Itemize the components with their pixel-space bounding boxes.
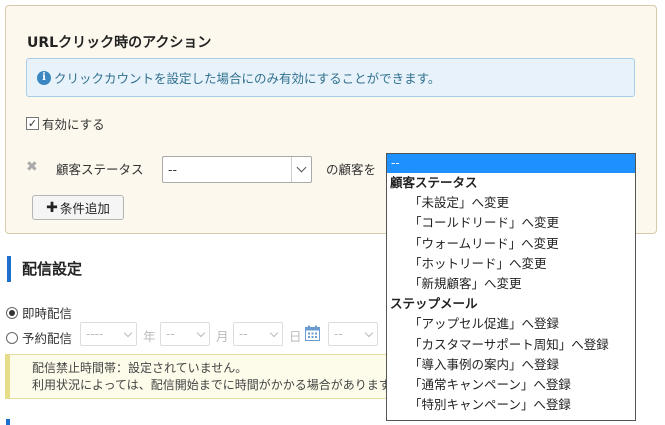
condition-action-dropdown[interactable]: -- 顧客ステータス 「未設定」へ変更 「コールドリード」へ変更 「ウォームリー… (386, 153, 636, 421)
condition-status-select[interactable]: -- (162, 156, 312, 183)
scheduled-label: 予約配信 (22, 331, 73, 346)
condition-suffix: の顧客を (326, 162, 377, 177)
optgroup-label: 顧客ステータス (390, 175, 478, 190)
delivery-warning: 配信禁止時間帯：設定されていません。 利用状況によっては、配信開始までに時間がか… (5, 354, 405, 399)
dropdown-option[interactable]: 「コールドリード」へ変更 (387, 213, 635, 233)
day-select-value: -- (239, 327, 248, 341)
dropdown-option[interactable]: 「アップセル促進」へ登録 (387, 314, 635, 334)
calendar-icon[interactable] (305, 325, 320, 341)
condition-select-value: -- (168, 162, 178, 177)
day-unit: 日 (289, 329, 302, 344)
chevron-down-icon (291, 157, 311, 182)
enable-label: 有効にする (42, 117, 105, 132)
warning-line-1: 配信禁止時間帯：設定されていません。 (32, 361, 248, 375)
hour-select[interactable]: -- (328, 322, 378, 346)
plus-icon: ✚ (46, 199, 58, 216)
dropdown-option[interactable]: 「通常キャンペーン」へ登録 (387, 375, 635, 395)
panel-title: URLクリック時のアクション (27, 35, 212, 51)
dropdown-option[interactable]: 「ホットリード」へ変更 (387, 254, 635, 274)
chevron-down-icon (364, 328, 374, 338)
immediate-delivery-option[interactable]: 即時配信 (6, 303, 72, 322)
remove-condition-icon[interactable]: ✖ (26, 159, 38, 175)
hour-select-value: -- (334, 327, 343, 341)
dropdown-option[interactable]: 「未設定」へ変更 (387, 193, 635, 213)
chevron-down-icon (196, 328, 206, 338)
day-select[interactable]: -- (233, 322, 283, 346)
month-select[interactable]: -- (160, 322, 210, 346)
enable-checkbox[interactable]: ✓ (26, 117, 39, 130)
dropdown-option[interactable]: 「カスタマーサポート周知」へ登録 (387, 335, 635, 355)
year-select-value: ---- (86, 327, 104, 341)
enable-checkbox-row[interactable]: ✓ 有効にする (26, 114, 105, 133)
month-select-value: -- (166, 327, 175, 341)
info-icon: i (37, 70, 51, 85)
dropdown-option[interactable]: 「新規顧客」へ変更 (387, 274, 635, 294)
chevron-down-icon (123, 328, 133, 338)
condition-label: 顧客ステータス (56, 162, 144, 177)
month-unit: 月 (216, 329, 229, 344)
delivery-section-title: 配信設定 (7, 256, 82, 282)
dropdown-option[interactable]: 「ウォームリード」へ変更 (387, 234, 635, 254)
optgroup-label: ステップメール (390, 296, 478, 312)
dropdown-option[interactable]: 「導入事例の案内」へ登録 (387, 355, 635, 375)
dropdown-selected-option[interactable]: -- (387, 154, 635, 173)
next-section-marker (6, 419, 10, 425)
dropdown-option[interactable]: 「特別キャンペーン」へ登録 (387, 395, 635, 415)
immediate-radio[interactable] (6, 306, 18, 319)
year-select[interactable]: ---- (80, 322, 137, 346)
info-alert: i クリックカウントを設定した場合にのみ有効にすることができます。 (26, 58, 635, 97)
info-text: クリックカウントを設定した場合にのみ有効にすることができます。 (54, 71, 441, 86)
add-condition-button[interactable]: ✚ 条件追加 (32, 195, 124, 220)
scheduled-delivery-option[interactable]: 予約配信 (6, 328, 72, 347)
year-unit: 年 (143, 329, 156, 344)
warning-line-2: 利用状況によっては、配信開始までに時間がかかる場合があります。 (32, 378, 402, 392)
immediate-label: 即時配信 (22, 306, 73, 321)
chevron-down-icon (269, 328, 279, 338)
scheduled-radio[interactable] (6, 331, 18, 344)
add-condition-label: 条件追加 (59, 201, 110, 216)
